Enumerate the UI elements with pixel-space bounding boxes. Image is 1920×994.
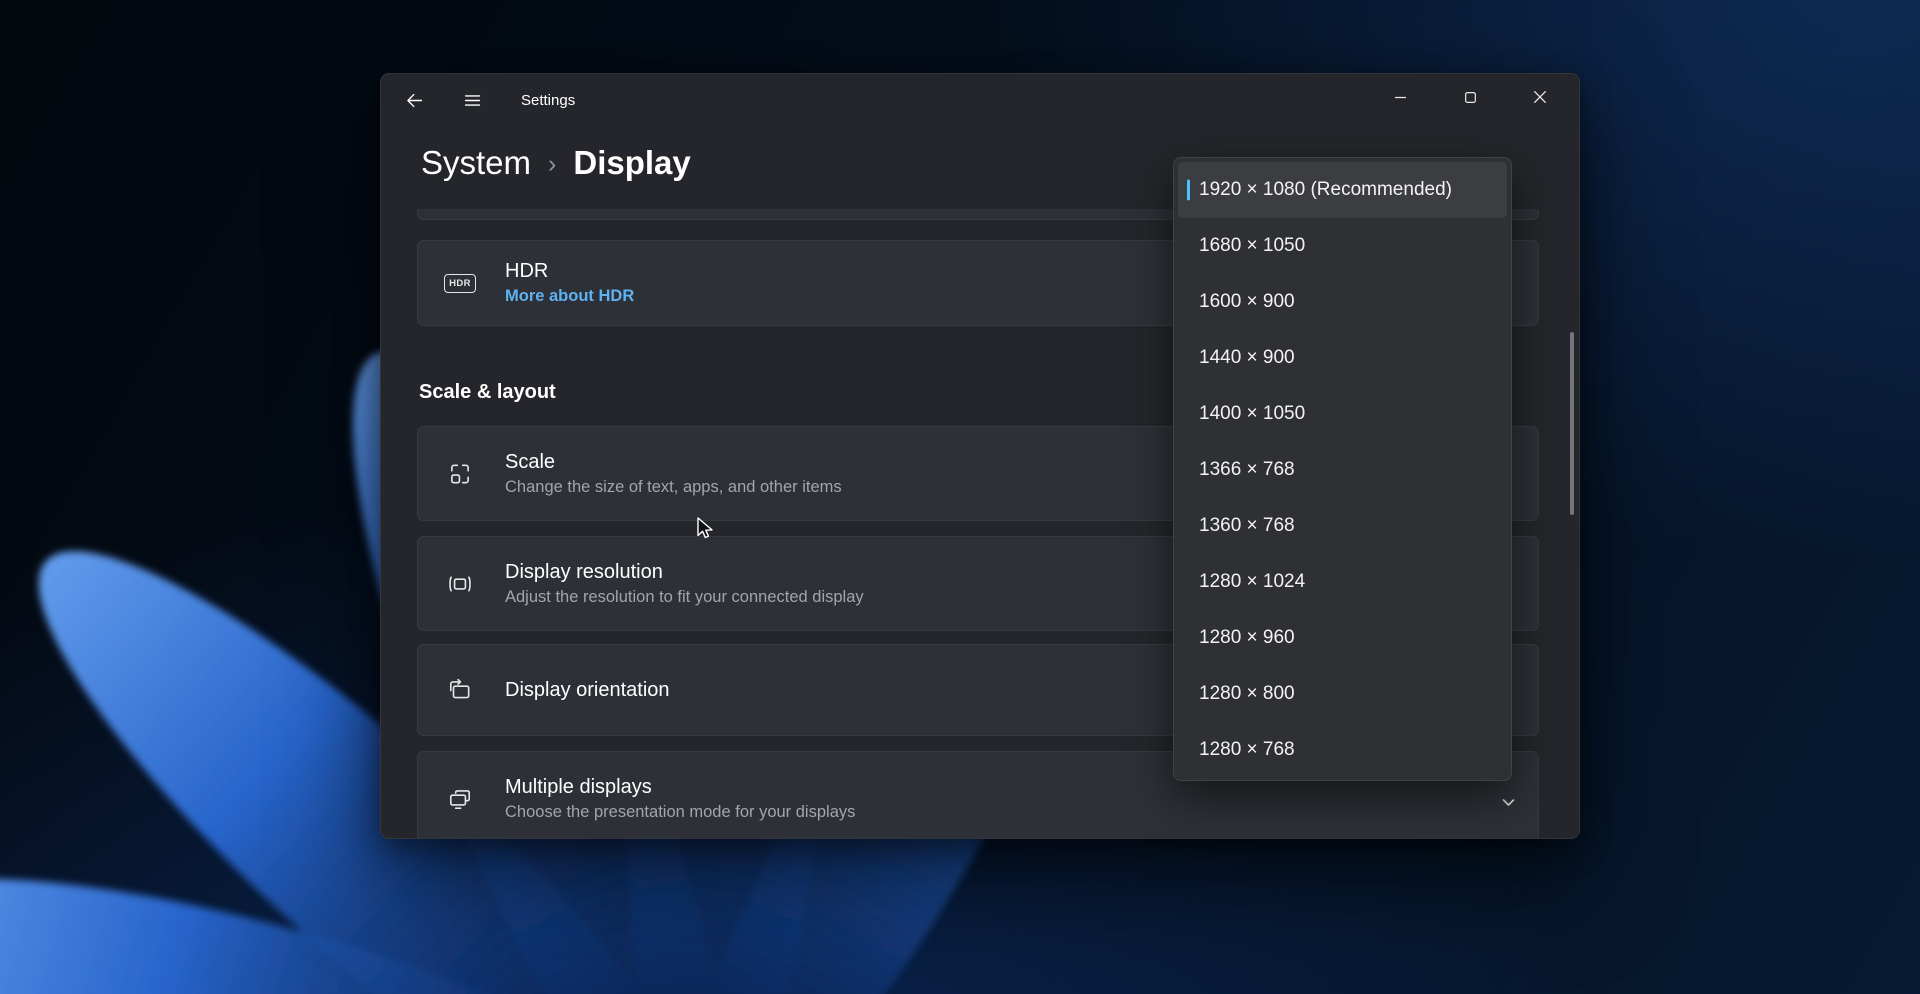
resolution-option-1[interactable]: 1680 × 1050 — [1178, 218, 1507, 274]
resolution-option-10[interactable]: 1280 × 768 — [1178, 722, 1507, 778]
mouse-cursor — [692, 516, 716, 540]
resolution-option-8[interactable]: 1280 × 960 — [1178, 610, 1507, 666]
multiple-displays-subtitle: Choose the presentation mode for your di… — [505, 803, 855, 822]
scale-icon — [442, 461, 478, 487]
resolution-option-4[interactable]: 1400 × 1050 — [1178, 386, 1507, 442]
minimize-button[interactable] — [1377, 79, 1423, 115]
resolution-option-7[interactable]: 1280 × 1024 — [1178, 554, 1507, 610]
scrollbar-thumb[interactable] — [1570, 332, 1574, 515]
scale-title: Scale — [505, 451, 842, 474]
hdr-title: HDR — [505, 260, 634, 283]
breadcrumb-separator-icon: › — [548, 147, 556, 179]
resolution-option-2[interactable]: 1600 × 900 — [1178, 274, 1507, 330]
multiple-displays-title: Multiple displays — [505, 776, 855, 799]
titlebar: Settings — [381, 74, 1579, 126]
breadcrumb-system[interactable]: System — [421, 144, 531, 182]
display-orientation-text: Display orientation — [505, 679, 670, 702]
multiple-displays-icon — [442, 786, 478, 812]
breadcrumb: System › Display — [421, 144, 691, 182]
hdr-more-link[interactable]: More about HDR — [505, 287, 634, 306]
display-resolution-text: Display resolution Adjust the resolution… — [505, 561, 864, 607]
resolution-option-5[interactable]: 1366 × 768 — [1178, 442, 1507, 498]
multiple-displays-text: Multiple displays Choose the presentatio… — [505, 776, 855, 822]
resolution-option-3[interactable]: 1440 × 900 — [1178, 330, 1507, 386]
section-header-scale-layout: Scale & layout — [419, 381, 556, 404]
display-orientation-title: Display orientation — [505, 679, 670, 702]
maximize-icon — [1465, 92, 1476, 103]
display-resolution-subtitle: Adjust the resolution to fit your connec… — [505, 588, 864, 607]
hdr-icon: HDR — [442, 274, 478, 293]
minimize-icon — [1395, 92, 1406, 103]
resolution-dropdown: 1920 × 1080 (Recommended) 1680 × 1050 16… — [1173, 157, 1512, 781]
back-arrow-icon — [406, 92, 423, 109]
scale-text: Scale Change the size of text, apps, and… — [505, 451, 842, 497]
navigation-menu-button[interactable] — [452, 82, 492, 118]
page-title-display: Display — [573, 144, 690, 182]
back-button[interactable] — [394, 82, 434, 118]
close-icon — [1534, 91, 1546, 103]
display-orientation-icon — [442, 677, 478, 703]
selection-indicator — [1187, 180, 1190, 201]
resolution-option-0[interactable]: 1920 × 1080 (Recommended) — [1178, 162, 1507, 218]
scale-subtitle: Change the size of text, apps, and other… — [505, 478, 842, 497]
window-title: Settings — [521, 92, 575, 109]
close-button[interactable] — [1517, 79, 1563, 115]
hamburger-icon — [464, 92, 481, 109]
maximize-button[interactable] — [1447, 79, 1493, 115]
hdr-badge: HDR — [444, 274, 476, 293]
display-resolution-icon — [442, 571, 478, 597]
resolution-option-6[interactable]: 1360 × 768 — [1178, 498, 1507, 554]
chevron-down-icon — [1501, 795, 1516, 810]
expand-chevron[interactable] — [1501, 795, 1516, 815]
hdr-text: HDR More about HDR — [505, 260, 634, 306]
resolution-option-9[interactable]: 1280 × 800 — [1178, 666, 1507, 722]
display-resolution-title: Display resolution — [505, 561, 864, 584]
caption-buttons — [1377, 79, 1563, 115]
